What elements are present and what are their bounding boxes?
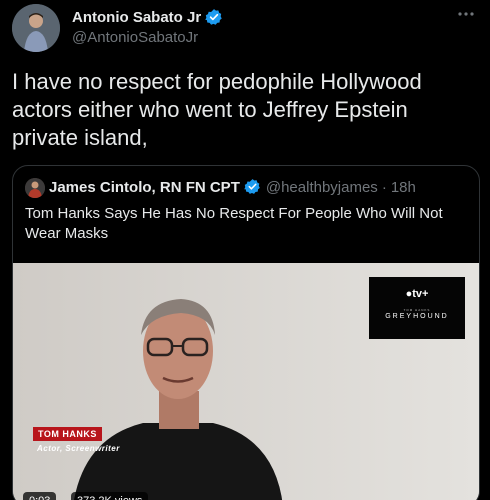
author-handle[interactable]: @AntonioSabatoJr — [72, 29, 198, 46]
video-views-badge[interactable]: 373.2K views — [71, 492, 149, 500]
appletv-greyhound-logo: ●tv+ TOM HANKS GREYHOUND — [369, 277, 465, 339]
quoted-author-name[interactable]: James Cintolo, RN FN CPT — [49, 179, 240, 196]
verified-badge-icon — [205, 8, 223, 26]
quoted-author-handle[interactable]: @healthbyjames — [266, 179, 378, 196]
author-name[interactable]: Antonio Sabato Jr — [72, 9, 201, 26]
lower-third-role: Actor, Screenwriter — [37, 444, 120, 453]
tweet-text: I have no respect for pedophile Hollywoo… — [12, 69, 422, 150]
verified-badge-icon — [244, 178, 262, 196]
film-title: GREYHOUND — [385, 313, 449, 320]
tweet[interactable]: Antonio Sabato Jr @AntonioSabatoJr I hav… — [0, 0, 490, 500]
lower-third-name: TOM HANKS — [33, 427, 102, 441]
quoted-tweet[interactable]: James Cintolo, RN FN CPT @healthbyjames … — [12, 165, 480, 500]
video-duration-badge[interactable]: 0:03 — [23, 492, 57, 500]
quoted-tweet-text: Tom Hanks Says He Has No Respect For Peo… — [25, 205, 443, 242]
quoted-header: James Cintolo, RN FN CPT @healthbyjames … — [49, 178, 416, 196]
author-name-row[interactable]: Antonio Sabato Jr — [72, 8, 223, 26]
author-avatar[interactable] — [12, 4, 60, 52]
more-options-icon[interactable] — [454, 4, 478, 24]
separator-dot: · — [381, 178, 387, 196]
quoted-author-avatar[interactable] — [25, 178, 45, 198]
tv-brand: ●tv+ — [405, 288, 429, 300]
quoted-timestamp[interactable]: 18h — [391, 179, 416, 196]
tv-brand-sub: TOM HANKS — [403, 308, 431, 312]
video-player[interactable]: ●tv+ TOM HANKS GREYHOUND TOM HANKS Actor… — [13, 263, 479, 500]
